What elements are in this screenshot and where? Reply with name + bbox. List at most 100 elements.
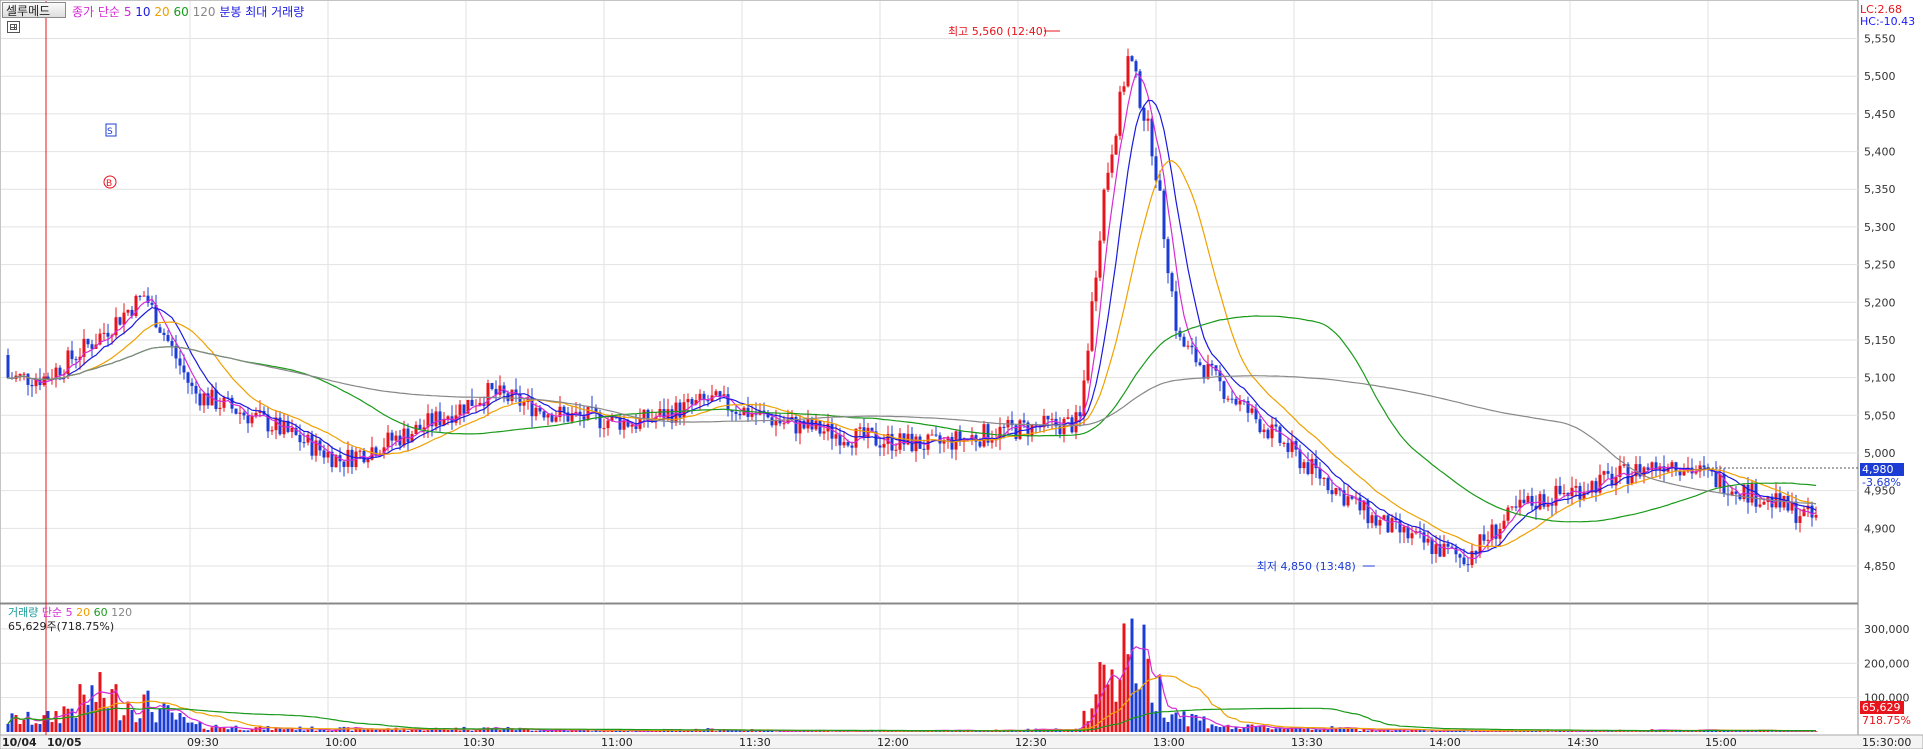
volume-bar — [1198, 720, 1202, 732]
candle-body — [418, 424, 422, 430]
volume-bar — [90, 685, 94, 732]
candle-body — [534, 407, 538, 417]
sell-marker-text: S — [107, 127, 113, 137]
candle-body — [1106, 172, 1110, 190]
candle-body — [1078, 412, 1082, 417]
time-label: 12:30 — [1015, 736, 1047, 749]
time-label: 10:30 — [463, 736, 495, 749]
volume-bar — [150, 712, 154, 732]
volume-bar — [1206, 728, 1210, 732]
volume-bar — [1150, 702, 1154, 732]
candle-body — [1674, 462, 1678, 471]
candle-body — [1762, 501, 1766, 505]
candle-body — [250, 415, 254, 424]
volume-tick-label: 300,000 — [1864, 623, 1910, 636]
volume-bar — [490, 729, 494, 732]
candle-body — [602, 428, 606, 430]
candle-body — [1098, 240, 1102, 278]
candle-body — [922, 448, 926, 450]
candle-body — [182, 365, 186, 373]
ma60-label: 60 — [173, 5, 189, 19]
volume-bar — [746, 730, 750, 732]
volume-bar — [1314, 729, 1318, 732]
candle-body — [950, 436, 954, 450]
volume-bar — [514, 730, 518, 732]
volume-bar — [1566, 731, 1570, 732]
candle-body — [150, 302, 154, 305]
volume-bar — [94, 701, 98, 732]
volume-bar — [1122, 623, 1126, 732]
candle-body — [662, 408, 666, 420]
candle-body — [234, 408, 238, 414]
volume-bar — [246, 730, 250, 732]
candle-body — [1410, 533, 1414, 539]
candle-body — [186, 372, 190, 383]
candle-body — [58, 367, 62, 376]
volume-bar — [446, 729, 450, 732]
price-tick-label: 5,300 — [1864, 221, 1896, 234]
volume-bar — [362, 729, 366, 732]
candle-body — [1046, 415, 1050, 420]
volume-bar — [398, 730, 402, 732]
grid-toggle-icon[interactable] — [7, 21, 20, 33]
volume-bar — [1182, 711, 1186, 732]
volume-bar — [302, 730, 306, 732]
stock-selector[interactable]: 셀루메드 — [2, 2, 66, 18]
time-label: 09:30 — [187, 736, 219, 749]
candle-body — [1306, 462, 1310, 475]
volume-bar — [1110, 669, 1114, 732]
ma20-label: 20 — [154, 5, 170, 19]
hc-label: HC:-10.43 — [1860, 15, 1916, 28]
candle-body — [74, 359, 78, 361]
time-label: 11:30 — [739, 736, 771, 749]
candle-body — [42, 376, 46, 386]
volume-bar — [1246, 724, 1250, 732]
candle-body — [1226, 398, 1230, 400]
candle-body — [1110, 154, 1114, 173]
volume-bar — [1178, 718, 1182, 732]
volume-bar — [1542, 731, 1546, 732]
candle-body — [1390, 517, 1394, 533]
volume-panel — [0, 603, 1859, 736]
low-annotation: 최저 4,850 (13:48) — [1257, 560, 1356, 573]
volume-bar — [762, 730, 766, 732]
candle-body — [718, 391, 722, 397]
volume-bar — [1270, 729, 1274, 732]
candle-body — [122, 312, 126, 325]
candle-body — [490, 383, 494, 389]
candle-body — [1478, 534, 1482, 555]
current-change-tag: -3.68% — [1862, 476, 1901, 489]
candle-body — [882, 443, 886, 448]
ma120-label: 120 — [192, 5, 216, 19]
candle-body — [438, 411, 442, 426]
volume-bar — [62, 706, 66, 732]
candle-body — [1258, 419, 1262, 433]
candle-body — [486, 383, 490, 406]
price-tick-label: 5,050 — [1864, 409, 1896, 422]
volume-bar — [682, 730, 686, 732]
volume-bar — [738, 730, 742, 732]
volume-bar — [146, 690, 150, 732]
candle-body — [930, 434, 934, 436]
chart-canvas[interactable]: 5,550 5,500 5,450 5,400 5,350 5,300 5,250 5,200… — [0, 0, 1923, 749]
candle-body — [1270, 424, 1274, 439]
candle-body — [734, 411, 738, 414]
volume-bar — [10, 713, 14, 732]
volume-bar — [1242, 727, 1246, 732]
volume-bar — [134, 722, 138, 732]
candle-body — [1102, 189, 1106, 241]
volume-bar — [1626, 731, 1630, 732]
candle-body — [1554, 485, 1558, 506]
volume-bar — [1174, 712, 1178, 732]
candle-body — [310, 434, 314, 456]
candle-body — [1322, 478, 1326, 480]
candle-body — [1134, 61, 1138, 72]
candle-body — [358, 450, 362, 452]
candle-body — [1518, 499, 1522, 508]
volume-bar — [1630, 731, 1634, 732]
candle-body — [842, 442, 846, 446]
candle-body — [106, 332, 110, 337]
volume-bar — [1262, 725, 1266, 732]
candle-body — [1702, 465, 1706, 468]
candle-body — [1442, 543, 1446, 557]
